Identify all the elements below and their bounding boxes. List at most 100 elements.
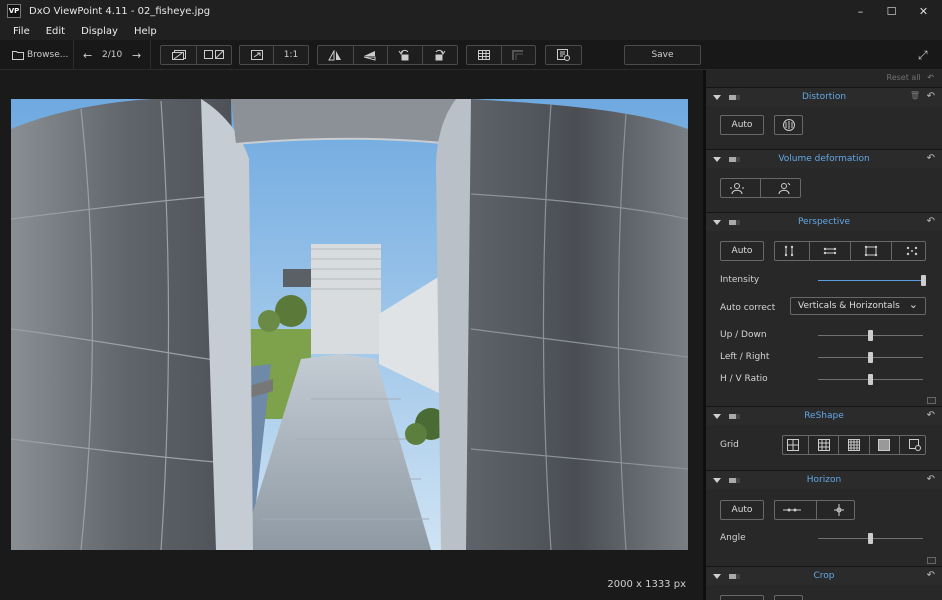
vertical-lines-icon[interactable] xyxy=(782,245,796,257)
horizon-mode-group xyxy=(774,500,855,520)
intensity-slider[interactable] xyxy=(818,275,926,286)
crop-overlay-button[interactable] xyxy=(502,46,535,64)
grid-overlay-button[interactable] xyxy=(467,46,501,64)
slider-knob[interactable] xyxy=(868,374,873,385)
window-title: DxO ViewPoint 4.11 - 02_fisheye.jpg xyxy=(29,5,211,17)
grid-icon xyxy=(478,50,490,60)
grid-2x2-icon[interactable] xyxy=(787,439,800,451)
angle-slider[interactable] xyxy=(818,533,923,544)
rotate-left-button[interactable] xyxy=(388,46,422,64)
photo-preview[interactable] xyxy=(11,99,688,550)
fisheye-photo xyxy=(11,99,688,550)
close-button[interactable]: ✕ xyxy=(908,0,939,22)
section-more-button[interactable] xyxy=(927,397,936,404)
slider-knob[interactable] xyxy=(921,275,926,286)
undo-icon[interactable]: ↶ xyxy=(927,153,935,164)
left-right-slider[interactable] xyxy=(818,352,923,363)
crop-auto-button[interactable] xyxy=(720,595,764,600)
vertical-line-icon[interactable] xyxy=(832,504,846,516)
section-perspective: Perspective ↶ Auto Intensity Auto correc… xyxy=(706,212,942,406)
undo-icon[interactable]: ↶ xyxy=(927,410,935,421)
fit-to-screen-button[interactable] xyxy=(240,46,273,64)
reset-all-label: Reset all xyxy=(886,73,921,82)
section-header[interactable]: Horizon ↶ xyxy=(706,471,942,489)
folder-icon xyxy=(12,51,24,60)
perspective-mode-group xyxy=(774,241,926,261)
lens-profile-button[interactable] xyxy=(774,115,803,135)
section-header[interactable]: Perspective ↶ xyxy=(706,213,942,231)
trash-icon[interactable]: 🗑 xyxy=(910,91,920,100)
horizon-line-icon[interactable] xyxy=(782,505,801,515)
before-after-button[interactable] xyxy=(161,46,196,64)
crop-mode-button[interactable] xyxy=(774,595,803,600)
auto-correct-label: Auto correct xyxy=(720,303,776,313)
zoom-100-button[interactable]: 1:1 xyxy=(274,46,308,64)
section-distortion: Distortion 🗑 ↶ Auto xyxy=(706,87,942,149)
section-title: Horizon xyxy=(806,475,842,485)
split-view-button[interactable] xyxy=(197,46,231,64)
section-more-button[interactable] xyxy=(927,557,936,564)
zoom-group: 1:1 xyxy=(239,45,309,65)
reset-all-button[interactable]: Reset all ↶ xyxy=(887,73,935,82)
section-header[interactable]: Distortion 🗑 ↶ xyxy=(706,88,942,106)
undo-icon[interactable]: ↶ xyxy=(927,474,935,485)
section-horizon: Horizon ↶ Auto Angle xyxy=(706,470,942,570)
flip-horizontal-icon xyxy=(328,49,342,60)
export-settings-icon xyxy=(557,49,570,61)
maximize-button[interactable]: ☐ xyxy=(876,0,907,22)
person-diagonal-icon[interactable] xyxy=(776,182,792,195)
hv-ratio-slider[interactable] xyxy=(818,374,923,385)
next-image-button[interactable]: → xyxy=(132,45,141,65)
app-icon: VP xyxy=(7,4,21,18)
menu-display[interactable]: Display xyxy=(81,26,118,37)
before-after-icon xyxy=(171,50,186,60)
save-button[interactable]: Save xyxy=(624,45,701,65)
compare-group xyxy=(160,45,232,65)
section-header[interactable]: Volume deformation ↶ xyxy=(706,150,942,168)
menu-file[interactable]: File xyxy=(13,26,30,37)
grid-settings-icon[interactable] xyxy=(908,439,921,451)
auto-correct-value: Verticals & Horizontals xyxy=(798,301,900,311)
grid-3x3-icon[interactable] xyxy=(817,439,830,451)
split-view-icon xyxy=(203,50,224,59)
slider-knob[interactable] xyxy=(868,352,873,363)
browse-button[interactable]: Browse... xyxy=(12,45,68,65)
grid-label: Grid xyxy=(720,440,739,450)
grid-fine-icon[interactable] xyxy=(878,439,891,451)
crop-overlay-icon xyxy=(512,49,524,60)
flip-vertical-button[interactable] xyxy=(353,46,387,64)
export-settings-button[interactable] xyxy=(545,45,582,65)
up-down-slider[interactable] xyxy=(818,330,923,341)
fullscreen-button[interactable]: ⤢ xyxy=(918,45,928,65)
auto-button[interactable]: Auto xyxy=(720,115,764,135)
undo-icon[interactable]: ↶ xyxy=(927,216,935,227)
slider-knob[interactable] xyxy=(868,533,873,544)
person-horizontal-icon[interactable] xyxy=(729,182,745,195)
left-right-label: Left / Right xyxy=(720,352,770,362)
section-header[interactable]: ReShape ↶ xyxy=(706,407,942,425)
grid-4x4-icon[interactable] xyxy=(847,439,860,451)
auto-button[interactable]: Auto xyxy=(720,241,764,261)
fit-screen-icon xyxy=(250,50,263,60)
previous-image-button[interactable]: ← xyxy=(83,45,92,65)
auto-correct-dropdown[interactable]: Verticals & Horizontals ⌄ xyxy=(790,297,926,315)
eight-points-icon[interactable] xyxy=(905,245,919,257)
rectangle-icon[interactable] xyxy=(864,245,878,257)
auto-button[interactable]: Auto xyxy=(720,500,764,520)
menu-edit[interactable]: Edit xyxy=(46,26,65,37)
slider-knob[interactable] xyxy=(868,330,873,341)
section-crop: Crop ↶ xyxy=(706,566,942,600)
horizontal-lines-icon[interactable] xyxy=(823,245,837,257)
volume-mode-group xyxy=(720,178,801,198)
rotate-right-button[interactable] xyxy=(422,46,457,64)
menu-bar: File Edit Display Help xyxy=(0,22,942,40)
image-viewer[interactable]: 2000 x 1333 px xyxy=(0,70,703,600)
menu-help[interactable]: Help xyxy=(134,26,157,37)
section-header[interactable]: Crop ↶ xyxy=(706,567,942,585)
undo-icon: ↶ xyxy=(927,73,934,82)
flip-horizontal-button[interactable] xyxy=(318,46,353,64)
undo-icon[interactable]: ↶ xyxy=(927,91,935,102)
image-dimensions: 2000 x 1333 px xyxy=(607,579,686,590)
undo-icon[interactable]: ↶ xyxy=(927,570,935,581)
minimize-button[interactable]: – xyxy=(845,0,876,22)
